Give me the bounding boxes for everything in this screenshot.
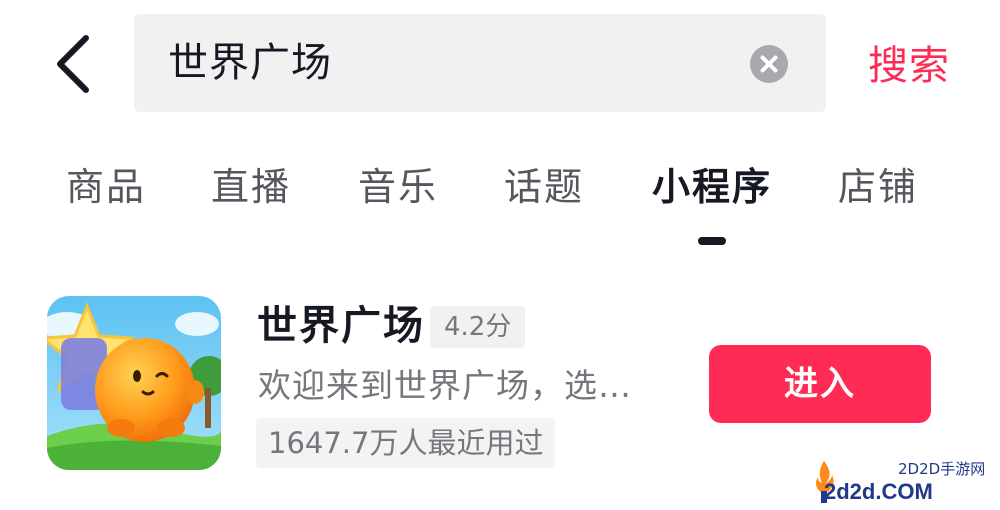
search-input[interactable]: 世界广场 [168,38,332,88]
tab-mini-programs[interactable]: 小程序 [652,162,772,212]
usage-count-badge: 1647.7万人最近用过 [256,418,556,468]
app-name[interactable]: 世界广场 [257,300,425,352]
active-tab-indicator [698,237,726,245]
tab-shops[interactable]: 店铺 [838,162,918,212]
tab-topics[interactable]: 话题 [504,162,584,212]
clear-icon [760,55,778,73]
tab-music[interactable]: 音乐 [358,162,438,212]
tab-live[interactable]: 直播 [211,162,291,212]
app-description: 欢迎来到世界广场，选… [258,366,632,405]
search-bar[interactable]: 世界广场 [134,14,826,112]
app-icon[interactable] [47,296,221,470]
watermark: 2D2D手游网 2d2d.COM [812,457,992,507]
back-button[interactable] [48,30,100,98]
chevron-left-icon [57,35,89,93]
search-button[interactable]: 搜索 [868,40,950,92]
clear-button[interactable] [750,45,788,83]
enter-button[interactable]: 进入 [709,345,931,423]
watermark-en-text: 2d2d.COM [824,479,933,504]
tab-products[interactable]: 商品 [66,162,146,212]
watermark-cn-text: 2D2D手游网 [898,460,986,478]
rating-badge: 4.2分 [430,306,526,348]
